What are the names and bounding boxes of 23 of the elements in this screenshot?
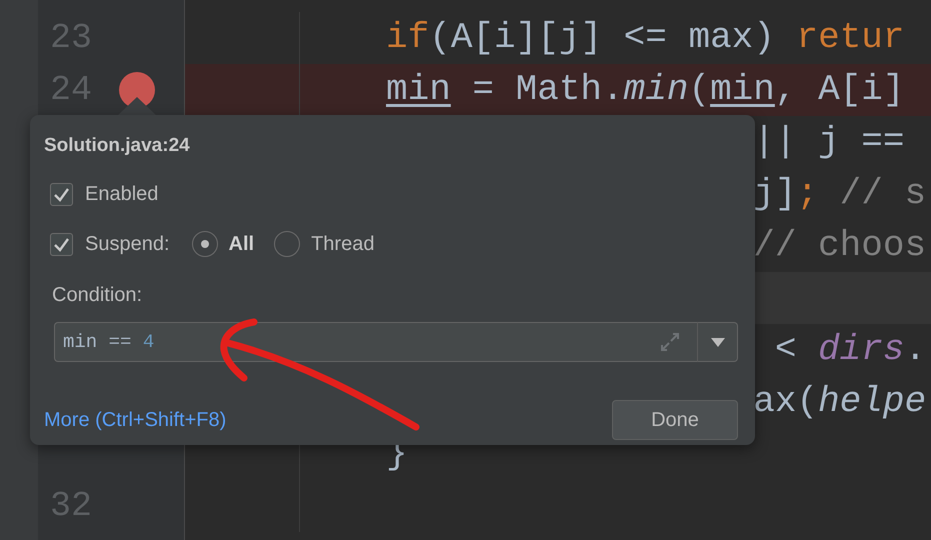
radio-button[interactable]: [274, 231, 300, 257]
condition-label: Condition:: [51, 283, 144, 308]
caret-icon: [710, 338, 724, 346]
condition-field[interactable]: min == 4: [54, 322, 698, 362]
code-line: || j ==: [753, 120, 904, 164]
breakpoint-icon[interactable]: [119, 72, 155, 108]
radio-label: Thread: [311, 232, 374, 257]
code-line: // choos: [753, 224, 926, 268]
dropdown-button[interactable]: [698, 322, 738, 362]
suspend-checkbox[interactable]: [50, 232, 73, 256]
popup-title: Solution.java:24: [44, 135, 191, 157]
radio-button[interactable]: [192, 231, 218, 257]
suspend-label: Suspend:: [85, 232, 170, 257]
code-line: min = Math.min(min, A[i]: [386, 68, 904, 112]
enabled-label: Enabled: [85, 182, 158, 207]
code-line: if(A[i][j] <= max) retur: [386, 16, 905, 60]
code-line: j]; // s: [753, 172, 926, 216]
code-line: ax(helpe: [753, 380, 926, 424]
code-line: < dirs.: [774, 328, 926, 372]
enabled-checkbox[interactable]: [50, 182, 73, 206]
radio-label: All: [228, 232, 254, 257]
more-link[interactable]: More (Ctrl+Shift+F8): [44, 408, 226, 432]
done-button[interactable]: Done: [612, 400, 738, 440]
